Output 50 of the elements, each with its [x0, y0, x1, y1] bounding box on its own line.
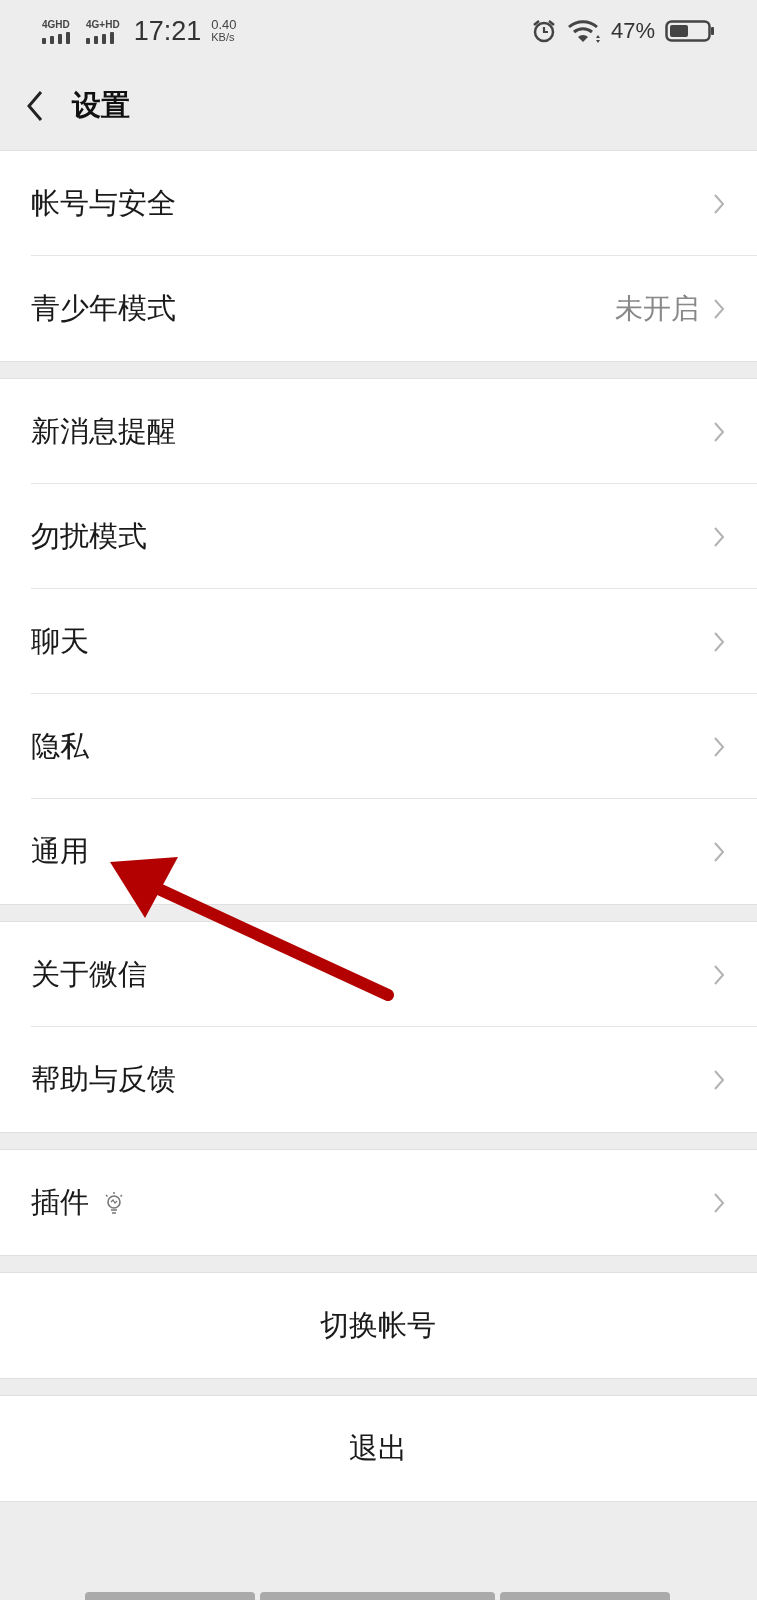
- battery-percent: 47%: [610, 18, 655, 44]
- signal-icon: [42, 31, 72, 44]
- chevron-icon: [713, 297, 725, 320]
- settings-row[interactable]: 关于微信: [0, 922, 757, 1027]
- chevron-icon: [713, 420, 725, 443]
- chevron-icon: [713, 525, 725, 548]
- settings-row[interactable]: 通用: [0, 799, 757, 904]
- settings-row[interactable]: 青少年模式 未开启: [0, 256, 757, 361]
- battery-icon: [665, 20, 715, 42]
- action-label: 切换帐号: [320, 1306, 436, 1344]
- settings-row[interactable]: 帐号与安全: [0, 151, 757, 256]
- network-label: 4G+HD: [86, 18, 120, 30]
- action-label: 退出: [349, 1429, 407, 1467]
- gesture-bar[interactable]: [85, 1592, 255, 1600]
- row-label: 帮助与反馈: [31, 1060, 176, 1098]
- page-title: 设置: [72, 87, 130, 124]
- settings-row[interactable]: 帮助与反馈: [0, 1027, 757, 1132]
- chevron-icon: [713, 840, 725, 863]
- chevron-icon: [713, 963, 725, 986]
- chevron-icon: [713, 735, 725, 758]
- action-row[interactable]: 退出: [0, 1396, 757, 1501]
- row-label: 新消息提醒: [31, 412, 176, 450]
- signal-icon: [86, 31, 116, 44]
- row-value: 未开启: [615, 290, 699, 327]
- settings-row[interactable]: 勿扰模式: [0, 484, 757, 589]
- row-label: 青少年模式: [31, 289, 176, 327]
- settings-row[interactable]: 插件: [0, 1150, 757, 1255]
- row-label: 帐号与安全: [31, 184, 176, 222]
- row-label: 隐私: [31, 727, 89, 765]
- row-label: 通用: [31, 832, 89, 870]
- back-button[interactable]: [26, 90, 44, 122]
- row-label: 聊天: [31, 622, 89, 660]
- chevron-icon: [713, 192, 725, 215]
- row-label: 勿扰模式: [31, 517, 147, 555]
- clock-time: 17:21: [133, 15, 202, 47]
- chevron-icon: [713, 630, 725, 653]
- settings-row[interactable]: 新消息提醒: [0, 379, 757, 484]
- gesture-bar[interactable]: [260, 1592, 495, 1600]
- chevron-icon: [713, 1191, 725, 1214]
- row-label: 关于微信: [31, 955, 147, 993]
- wifi-icon: [566, 18, 601, 44]
- network-speed: 0.40: [211, 18, 237, 31]
- speed-unit: KB/s: [211, 31, 236, 44]
- network-label: 4GHD: [42, 18, 70, 30]
- settings-row[interactable]: 聊天: [0, 589, 757, 694]
- settings-row[interactable]: 隐私: [0, 694, 757, 799]
- row-label: 插件: [31, 1183, 89, 1221]
- action-row[interactable]: 切换帐号: [0, 1273, 757, 1378]
- chevron-icon: [713, 1068, 725, 1091]
- gesture-bar[interactable]: [500, 1592, 670, 1600]
